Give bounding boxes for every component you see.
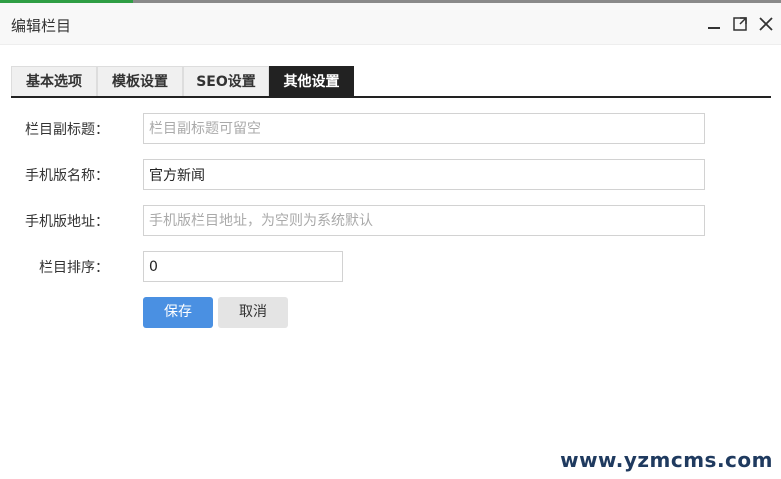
minimize-icon[interactable]	[705, 15, 723, 33]
cancel-button[interactable]: 取消	[218, 297, 288, 328]
order-input[interactable]	[143, 251, 343, 282]
tab-other-settings[interactable]: 其他设置	[269, 66, 354, 96]
close-icon[interactable]	[757, 15, 775, 33]
tab-basic-options[interactable]: 基本选项	[11, 66, 97, 96]
site-watermark: www.yzmcms.com	[560, 448, 773, 472]
dialog-title: 编辑栏目	[11, 17, 72, 35]
order-label: 栏目排序：	[39, 260, 109, 276]
maximize-icon[interactable]	[731, 15, 749, 33]
tab-template-settings[interactable]: 模板设置	[97, 66, 183, 96]
dialog-titlebar: 编辑栏目	[0, 3, 781, 45]
save-button[interactable]: 保存	[143, 297, 213, 328]
mobile-url-input[interactable]	[143, 205, 705, 236]
mobile-url-label: 手机版地址：	[25, 214, 109, 230]
subtitle-input[interactable]	[143, 113, 705, 144]
tab-seo-settings[interactable]: SEO设置	[183, 66, 269, 96]
mobile-name-input[interactable]	[143, 159, 705, 190]
subtitle-label: 栏目副标题：	[25, 122, 109, 138]
mobile-name-label: 手机版名称：	[25, 168, 109, 184]
tab-bar: 基本选项 模板设置 SEO设置 其他设置	[11, 66, 771, 98]
